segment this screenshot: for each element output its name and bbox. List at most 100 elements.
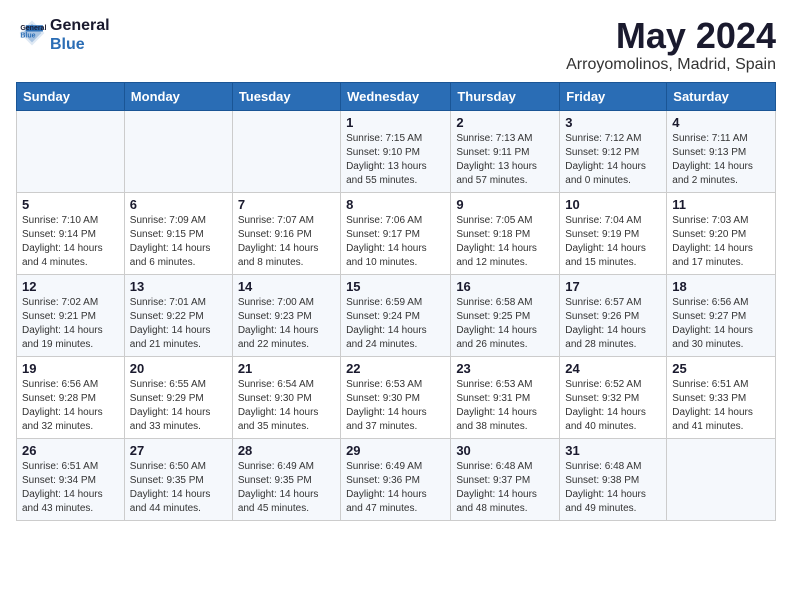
day-number: 4 — [672, 115, 770, 130]
day-number: 18 — [672, 279, 770, 294]
calendar-header-row: SundayMondayTuesdayWednesdayThursdayFrid… — [17, 82, 776, 110]
day-number: 10 — [565, 197, 661, 212]
calendar-cell: 4 Sunrise: 7:11 AM Sunset: 9:13 PM Daylig… — [667, 110, 776, 192]
calendar-table: SundayMondayTuesdayWednesdayThursdayFrid… — [16, 82, 776, 521]
calendar-cell: 26 Sunrise: 6:51 AM Sunset: 9:34 PM Dayli… — [17, 438, 125, 520]
day-header-friday: Friday — [560, 82, 667, 110]
day-info: Sunrise: 6:51 AM Sunset: 9:34 PM Dayligh… — [22, 460, 119, 516]
day-info: Sunrise: 6:55 AM Sunset: 9:29 PM Dayligh… — [130, 378, 227, 434]
day-number: 16 — [456, 279, 554, 294]
day-header-monday: Monday — [124, 82, 232, 110]
day-info: Sunrise: 7:05 AM Sunset: 9:18 PM Dayligh… — [456, 214, 554, 270]
logo: General Blue General Blue — [16, 16, 110, 54]
calendar-cell: 21 Sunrise: 6:54 AM Sunset: 9:30 PM Dayli… — [232, 356, 340, 438]
day-info: Sunrise: 6:51 AM Sunset: 9:33 PM Dayligh… — [672, 378, 770, 434]
calendar-cell: 8Sunrise: 7:06 AM Sunset: 9:17 PM Daylig… — [341, 192, 451, 274]
logo-blue: Blue — [50, 36, 85, 53]
day-info: Sunrise: 7:07 AM Sunset: 9:16 PM Dayligh… — [238, 214, 335, 270]
calendar-cell: 28Sunrise: 6:49 AM Sunset: 9:35 PM Dayli… — [232, 438, 340, 520]
calendar-cell: 3 Sunrise: 7:12 AM Sunset: 9:12 PM Daylig… — [560, 110, 667, 192]
calendar-cell: 1 Sunrise: 7:15 AM Sunset: 9:10 PM Daylig… — [341, 110, 451, 192]
day-number: 12 — [22, 279, 119, 294]
day-header-tuesday: Tuesday — [232, 82, 340, 110]
page-header: General Blue General Blue May 2024 Arroy… — [16, 16, 776, 74]
day-number: 17 — [565, 279, 661, 294]
day-info: Sunrise: 7:13 AM Sunset: 9:11 PM Dayligh… — [456, 132, 554, 188]
day-info: Sunrise: 7:15 AM Sunset: 9:10 PM Dayligh… — [346, 132, 445, 188]
day-info: Sunrise: 6:50 AM Sunset: 9:35 PM Dayligh… — [130, 460, 227, 516]
calendar-cell: 15Sunrise: 6:59 AM Sunset: 9:24 PM Dayli… — [341, 274, 451, 356]
calendar-cell: 19 Sunrise: 6:56 AM Sunset: 9:28 PM Dayli… — [17, 356, 125, 438]
calendar-cell: 25 Sunrise: 6:51 AM Sunset: 9:33 PM Dayli… — [667, 356, 776, 438]
calendar-week-row: 12Sunrise: 7:02 AM Sunset: 9:21 PM Dayli… — [17, 274, 776, 356]
calendar-cell — [17, 110, 125, 192]
svg-text:Blue: Blue — [20, 32, 35, 39]
calendar-subtitle: Arroyomolinos, Madrid, Spain — [566, 56, 776, 74]
day-number: 29 — [346, 443, 445, 458]
calendar-cell: 5 Sunrise: 7:10 AM Sunset: 9:14 PM Daylig… — [17, 192, 125, 274]
day-number: 24 — [565, 361, 661, 376]
day-number: 15 — [346, 279, 445, 294]
calendar-cell — [232, 110, 340, 192]
calendar-week-row: 1 Sunrise: 7:15 AM Sunset: 9:10 PM Daylig… — [17, 110, 776, 192]
day-number: 7 — [238, 197, 335, 212]
calendar-cell: 16 Sunrise: 6:58 AM Sunset: 9:25 PM Dayli… — [451, 274, 560, 356]
calendar-cell: 31Sunrise: 6:48 AM Sunset: 9:38 PM Dayli… — [560, 438, 667, 520]
day-info: Sunrise: 6:56 AM Sunset: 9:28 PM Dayligh… — [22, 378, 119, 434]
calendar-cell: 7 Sunrise: 7:07 AM Sunset: 9:16 PM Daylig… — [232, 192, 340, 274]
day-number: 19 — [22, 361, 119, 376]
day-number: 8 — [346, 197, 445, 212]
day-info: Sunrise: 6:48 AM Sunset: 9:37 PM Dayligh… — [456, 460, 554, 516]
day-info: Sunrise: 7:09 AM Sunset: 9:15 PM Dayligh… — [130, 214, 227, 270]
day-info: Sunrise: 7:12 AM Sunset: 9:12 PM Dayligh… — [565, 132, 661, 188]
logo-general: General — [50, 17, 110, 34]
day-number: 26 — [22, 443, 119, 458]
day-info: Sunrise: 6:56 AM Sunset: 9:27 PM Dayligh… — [672, 296, 770, 352]
svg-text:General: General — [20, 25, 46, 32]
day-info: Sunrise: 6:49 AM Sunset: 9:36 PM Dayligh… — [346, 460, 445, 516]
day-header-sunday: Sunday — [17, 82, 125, 110]
day-info: Sunrise: 6:58 AM Sunset: 9:25 PM Dayligh… — [456, 296, 554, 352]
day-number: 2 — [456, 115, 554, 130]
day-info: Sunrise: 7:10 AM Sunset: 9:14 PM Dayligh… — [22, 214, 119, 270]
day-number: 28 — [238, 443, 335, 458]
day-number: 11 — [672, 197, 770, 212]
calendar-cell: 9Sunrise: 7:05 AM Sunset: 9:18 PM Daylig… — [451, 192, 560, 274]
title-block: May 2024 Arroyomolinos, Madrid, Spain — [566, 16, 776, 74]
day-info: Sunrise: 7:04 AM Sunset: 9:19 PM Dayligh… — [565, 214, 661, 270]
day-number: 14 — [238, 279, 335, 294]
day-header-wednesday: Wednesday — [341, 82, 451, 110]
day-number: 13 — [130, 279, 227, 294]
calendar-cell: 17Sunrise: 6:57 AM Sunset: 9:26 PM Dayli… — [560, 274, 667, 356]
calendar-week-row: 19 Sunrise: 6:56 AM Sunset: 9:28 PM Dayli… — [17, 356, 776, 438]
day-number: 20 — [130, 361, 227, 376]
calendar-cell — [124, 110, 232, 192]
calendar-cell: 6 Sunrise: 7:09 AM Sunset: 9:15 PM Daylig… — [124, 192, 232, 274]
day-info: Sunrise: 6:53 AM Sunset: 9:31 PM Dayligh… — [456, 378, 554, 434]
calendar-cell: 11 Sunrise: 7:03 AM Sunset: 9:20 PM Dayli… — [667, 192, 776, 274]
day-number: 21 — [238, 361, 335, 376]
calendar-cell: 29 Sunrise: 6:49 AM Sunset: 9:36 PM Dayli… — [341, 438, 451, 520]
calendar-cell: 22Sunrise: 6:53 AM Sunset: 9:30 PM Dayli… — [341, 356, 451, 438]
day-number: 6 — [130, 197, 227, 212]
calendar-cell: 27Sunrise: 6:50 AM Sunset: 9:35 PM Dayli… — [124, 438, 232, 520]
day-info: Sunrise: 7:11 AM Sunset: 9:13 PM Dayligh… — [672, 132, 770, 188]
day-number: 25 — [672, 361, 770, 376]
calendar-cell: 10 Sunrise: 7:04 AM Sunset: 9:19 PM Dayli… — [560, 192, 667, 274]
calendar-cell: 23 Sunrise: 6:53 AM Sunset: 9:31 PM Dayli… — [451, 356, 560, 438]
day-number: 1 — [346, 115, 445, 130]
day-header-thursday: Thursday — [451, 82, 560, 110]
day-info: Sunrise: 6:48 AM Sunset: 9:38 PM Dayligh… — [565, 460, 661, 516]
calendar-cell: 30Sunrise: 6:48 AM Sunset: 9:37 PM Dayli… — [451, 438, 560, 520]
calendar-cell: 12Sunrise: 7:02 AM Sunset: 9:21 PM Dayli… — [17, 274, 125, 356]
day-info: Sunrise: 7:00 AM Sunset: 9:23 PM Dayligh… — [238, 296, 335, 352]
day-number: 5 — [22, 197, 119, 212]
day-info: Sunrise: 6:54 AM Sunset: 9:30 PM Dayligh… — [238, 378, 335, 434]
calendar-week-row: 26 Sunrise: 6:51 AM Sunset: 9:34 PM Dayli… — [17, 438, 776, 520]
day-number: 23 — [456, 361, 554, 376]
day-number: 3 — [565, 115, 661, 130]
calendar-cell: 13Sunrise: 7:01 AM Sunset: 9:22 PM Dayli… — [124, 274, 232, 356]
calendar-cell: 2 Sunrise: 7:13 AM Sunset: 9:11 PM Daylig… — [451, 110, 560, 192]
day-info: Sunrise: 7:03 AM Sunset: 9:20 PM Dayligh… — [672, 214, 770, 270]
day-number: 22 — [346, 361, 445, 376]
